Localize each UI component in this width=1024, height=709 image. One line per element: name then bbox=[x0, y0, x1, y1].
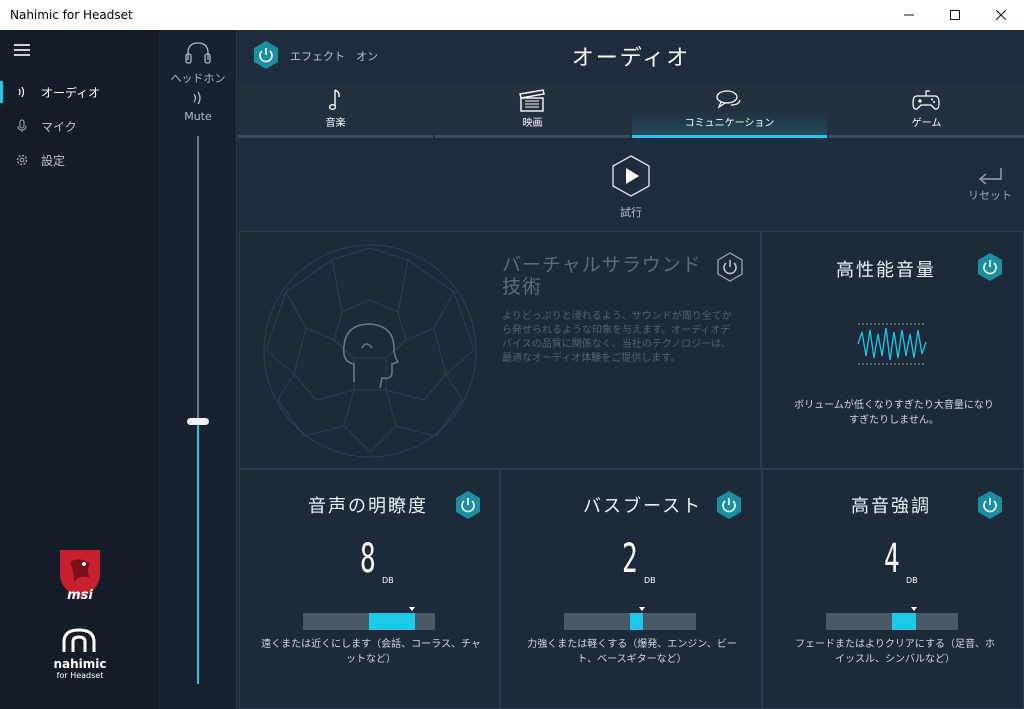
volume-stabilizer-power-toggle-icon[interactable] bbox=[975, 252, 1005, 282]
bass-boost-title: バスブースト bbox=[583, 496, 703, 517]
play-icon bbox=[626, 168, 639, 184]
minimize-icon bbox=[904, 14, 914, 16]
side-navigation: オーディオ マイク 設定 msi nahimic for Headset bbox=[0, 30, 157, 709]
mute-button[interactable]: Mute bbox=[158, 90, 238, 123]
tab-music[interactable]: 音楽 bbox=[238, 82, 433, 138]
volume-stabilizer-title: 高性能音量 bbox=[836, 260, 936, 281]
msi-brand-text: msi bbox=[67, 588, 93, 603]
volume-slider-thumb[interactable] bbox=[187, 417, 209, 425]
surround-description: よりどっぷりと浸れるよう、サウンドが周り全てから発せられるような印象を与えます。… bbox=[502, 311, 732, 364]
minimize-button[interactable] bbox=[886, 0, 932, 30]
sound-wave-icon bbox=[193, 91, 201, 105]
close-icon bbox=[996, 10, 1006, 20]
tab-label: ゲーム bbox=[911, 118, 942, 129]
virtual-surround-card: バーチャルサラウンド技術 よりどっぷりと浸れるよう、サウンドが周り全てから発せら… bbox=[239, 231, 761, 469]
bass-boost-marker-icon bbox=[639, 607, 645, 611]
sphere-head-icon bbox=[263, 244, 477, 458]
mute-label: Mute bbox=[184, 110, 212, 123]
tab-game[interactable]: ゲーム bbox=[829, 82, 1024, 138]
treble-marker-icon bbox=[911, 607, 917, 611]
volume-slider-fill bbox=[197, 420, 199, 684]
headphones-icon bbox=[185, 42, 211, 64]
gear-icon bbox=[15, 153, 29, 167]
volume-stabilizer-description: ボリュームが低くなりすぎたり大音量になりすぎたりしません。 bbox=[794, 400, 994, 426]
bass-boost-power-toggle-icon[interactable] bbox=[714, 490, 744, 520]
voice-clarity-title: 音声の明瞭度 bbox=[308, 496, 428, 517]
maximize-icon bbox=[950, 10, 960, 20]
close-button[interactable] bbox=[978, 0, 1024, 30]
main-content: エフェクト オン オーディオ 音楽 映画 コミュニケーション ゲーム 試行 リセ… bbox=[238, 30, 1024, 709]
sound-wave-icon bbox=[15, 85, 29, 99]
header: エフェクト オン オーディオ bbox=[238, 30, 1024, 82]
nav-item-audio[interactable]: オーディオ bbox=[0, 77, 157, 107]
surround-power-toggle-icon[interactable] bbox=[715, 252, 745, 282]
window-title: Nahimic for Headset bbox=[10, 8, 133, 22]
voice-clarity-marker-icon bbox=[409, 607, 415, 611]
surround-title: バーチャルサラウンド技術 bbox=[502, 254, 702, 298]
voice-clarity-unit: DB bbox=[382, 576, 394, 585]
nahimic-brand-subtext: for Headset bbox=[56, 671, 104, 680]
output-device[interactable]: ヘッドホン bbox=[158, 40, 238, 86]
nav-item-label: 設定 bbox=[41, 153, 66, 168]
tab-label: コミュニケーション bbox=[684, 118, 775, 129]
waveform-icon bbox=[857, 323, 927, 365]
chat-bubbles-icon bbox=[716, 90, 741, 109]
reset-button[interactable] bbox=[973, 166, 1007, 188]
bass-boost-value: 2 bbox=[622, 536, 638, 582]
voice-clarity-slider-fill bbox=[369, 613, 416, 630]
bass-boost-unit: DB bbox=[644, 576, 656, 585]
voice-clarity-value: 8 bbox=[360, 536, 376, 582]
active-indicator bbox=[0, 81, 3, 103]
tab-underline bbox=[238, 135, 433, 138]
bass-boost-card: バスブースト 2 DB 力強くまたは軽くする（爆発、エンジン、ビート、ベースギタ… bbox=[500, 469, 762, 709]
bass-boost-description: 力強くまたは軽くする（爆発、エンジン、ビート、ベースギターなど） bbox=[527, 639, 737, 665]
profile-tabs: 音楽 映画 コミュニケーション ゲーム bbox=[238, 82, 1024, 138]
treble-value: 4 bbox=[884, 536, 900, 582]
treble-enhancer-card: 高音強調 4 DB フェードまたはよりクリアにする（足音、ホイッスル、シンバルな… bbox=[762, 469, 1024, 709]
nav-item-label: オーディオ bbox=[41, 85, 101, 100]
nav-item-settings[interactable]: 設定 bbox=[0, 145, 157, 175]
nahimic-brand-text: nahimic bbox=[53, 657, 107, 671]
voice-clarity-description: 遠くまたは近くにします（会話、コーラス、チャットなど） bbox=[261, 639, 481, 665]
test-label: 試行 bbox=[620, 206, 642, 219]
app-window: Nahimic for Headset オーディオ マイク 設定 msi nah… bbox=[0, 0, 1024, 709]
volume-panel: ヘッドホン Mute bbox=[157, 30, 237, 709]
device-label: ヘッドホン bbox=[170, 72, 226, 85]
maximize-button[interactable] bbox=[932, 0, 978, 30]
microphone-icon bbox=[15, 119, 29, 133]
treble-unit: DB bbox=[906, 576, 918, 585]
tab-underline bbox=[632, 135, 827, 138]
voice-clarity-power-toggle-icon[interactable] bbox=[453, 490, 483, 520]
tab-label: 音楽 bbox=[325, 118, 346, 129]
tab-underline bbox=[829, 135, 1024, 138]
treble-title: 高音強調 bbox=[851, 496, 931, 517]
reset-label: リセット bbox=[968, 189, 1012, 202]
tab-communication[interactable]: コミュニケーション bbox=[632, 82, 827, 138]
treble-description: フェードまたはよりクリアにする（足音、ホイッスル、シンバルなど） bbox=[795, 639, 995, 665]
tab-movie[interactable]: 映画 bbox=[435, 82, 630, 138]
nav-item-microphone[interactable]: マイク bbox=[0, 111, 157, 141]
hamburger-menu-icon[interactable] bbox=[14, 44, 30, 56]
nahimic-headphone-logo-icon bbox=[62, 628, 96, 652]
title-bar: Nahimic for Headset bbox=[0, 0, 1024, 30]
clapperboard-icon bbox=[519, 89, 545, 112]
bass-boost-slider-fill bbox=[630, 613, 644, 630]
tab-underline bbox=[435, 135, 630, 138]
gamepad-icon bbox=[912, 90, 940, 110]
page-title: オーディオ bbox=[571, 46, 691, 71]
voice-clarity-card: 音声の明瞭度 8 DB 遠くまたは近くにします（会話、コーラス、チャットなど） bbox=[239, 469, 500, 709]
test-play-button[interactable] bbox=[609, 154, 653, 198]
treble-slider-fill bbox=[892, 613, 916, 630]
tab-label: 映画 bbox=[522, 118, 543, 129]
nav-item-label: マイク bbox=[41, 119, 77, 134]
volume-stabilizer-card: 高性能音量 ボリュームが低くなりすぎたり大音量になりすぎたりしません。 bbox=[761, 231, 1024, 469]
music-note-icon bbox=[328, 89, 340, 111]
treble-power-toggle-icon[interactable] bbox=[975, 490, 1005, 520]
